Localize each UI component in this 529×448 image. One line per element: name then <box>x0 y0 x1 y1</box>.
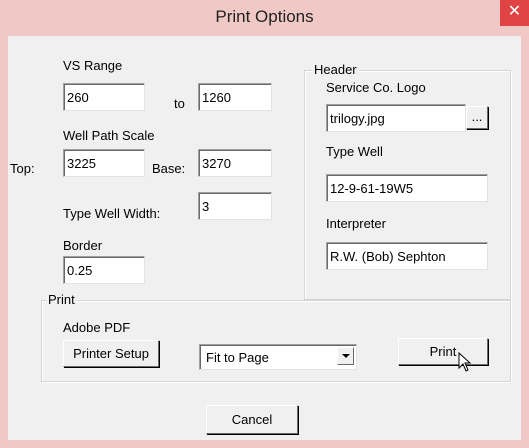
vs-range-label: VS Range <box>63 58 123 73</box>
type-well-input[interactable] <box>326 174 488 202</box>
border-input[interactable] <box>63 256 145 284</box>
printer-setup-button[interactable]: Printer Setup <box>63 340 159 367</box>
header-group-label: Header <box>312 62 359 77</box>
browse-logo-button[interactable]: ... <box>466 106 488 129</box>
dialog-body: VS Range to Well Path Scale Top: Base: T… <box>8 36 521 440</box>
interpreter-input[interactable] <box>326 242 488 270</box>
top-input[interactable] <box>63 149 145 177</box>
border-label: Border <box>63 238 103 253</box>
close-icon: ✕ <box>507 3 522 20</box>
fit-select-value: Fit to Page <box>206 350 269 365</box>
print-button-label: Print <box>429 344 457 359</box>
service-co-logo-input[interactable] <box>326 104 466 132</box>
fit-select[interactable]: Fit to Page <box>199 344 357 370</box>
close-button[interactable]: ✕ <box>500 0 529 26</box>
type-well-width-label: Type Well Width: <box>63 206 161 221</box>
chevron-down-icon[interactable] <box>337 347 354 365</box>
window-title: Print Options <box>215 7 314 26</box>
mouse-pointer-icon <box>458 352 472 372</box>
vs-range-to-label: to <box>174 96 185 111</box>
cancel-button[interactable]: Cancel <box>206 405 298 434</box>
well-path-scale-label: Well Path Scale <box>63 128 155 143</box>
vs-range-to-input[interactable] <box>198 83 272 111</box>
type-well-label: Type Well <box>326 144 383 159</box>
adobe-pdf-label: Adobe PDF <box>63 320 131 335</box>
top-label: Top: <box>10 161 35 176</box>
print-button[interactable]: Print <box>398 338 488 365</box>
title-bar[interactable]: Print Options ✕ <box>0 0 529 36</box>
service-co-logo-label: Service Co. Logo <box>326 80 426 95</box>
type-well-width-input[interactable] <box>198 192 272 220</box>
print-options-dialog: Print Options ✕ VS Range to Well Path Sc… <box>0 0 529 448</box>
print-group-label: Print <box>46 292 77 307</box>
base-label: Base: <box>152 161 186 176</box>
base-input[interactable] <box>198 149 272 177</box>
interpreter-label: Interpreter <box>326 216 386 231</box>
vs-range-from-input[interactable] <box>63 83 145 111</box>
